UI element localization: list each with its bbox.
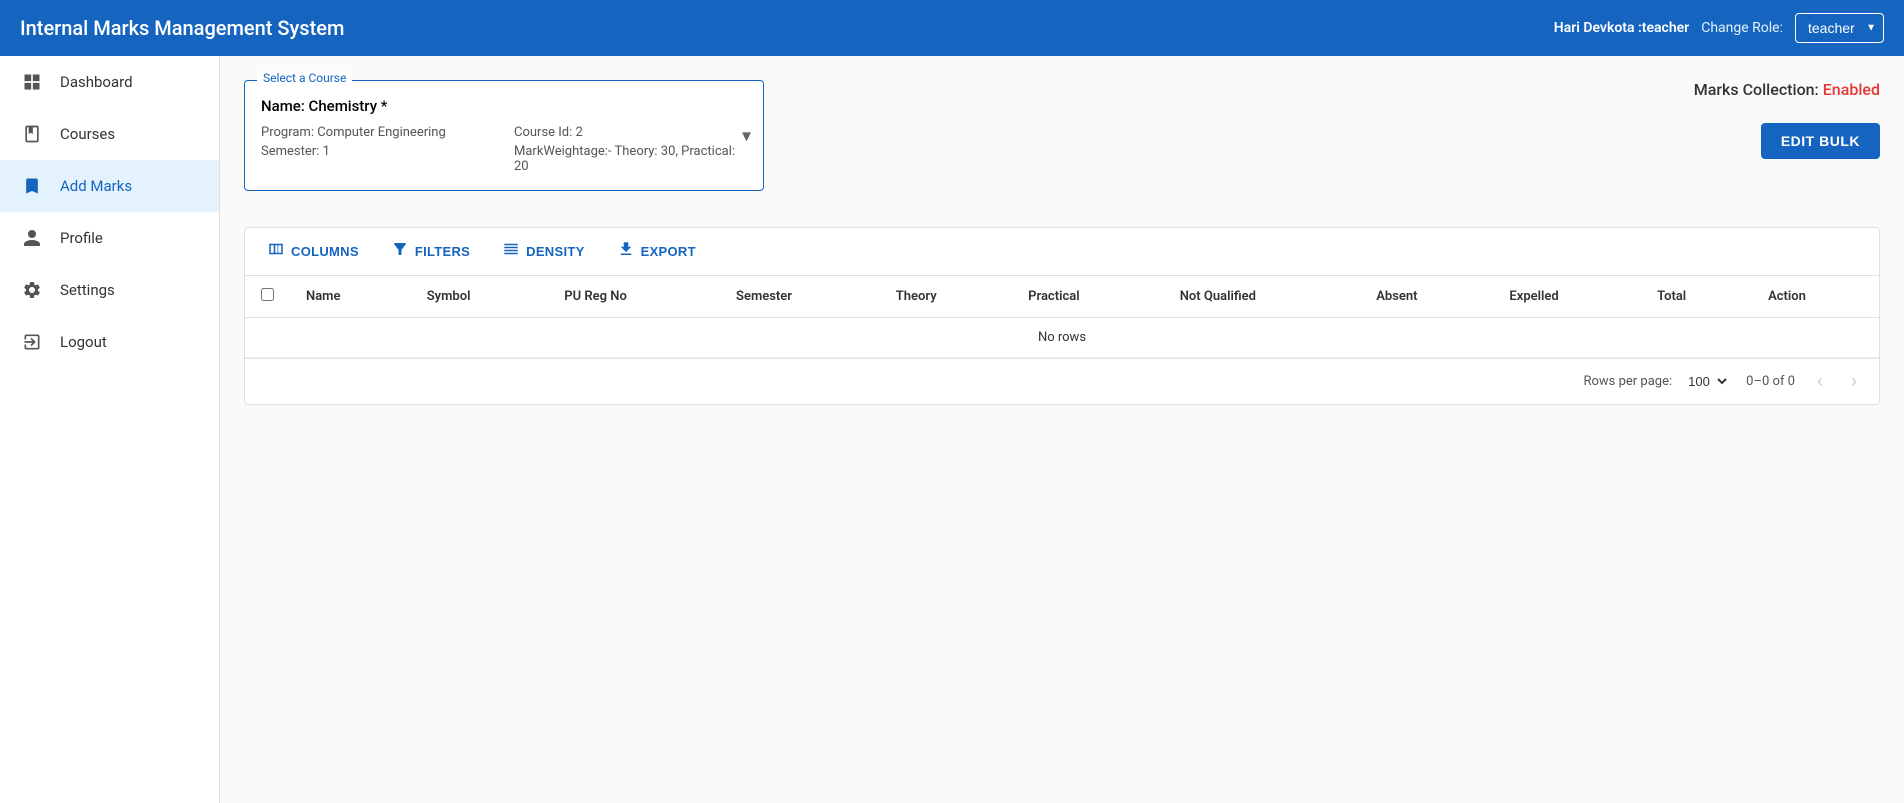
sidebar-item-courses[interactable]: Courses (0, 108, 219, 160)
change-role-label: Change Role: (1701, 20, 1783, 36)
sidebar-item-settings[interactable]: Settings (0, 264, 219, 316)
marks-collection-label: Marks Collection: (1694, 80, 1819, 99)
rows-per-page-select[interactable]: 10 25 50 100 (1680, 371, 1730, 392)
filters-button[interactable]: FILTERS (385, 236, 476, 267)
col-name: Name (290, 276, 411, 318)
col-semester: Semester (720, 276, 880, 318)
columns-icon (267, 240, 285, 263)
rows-per-page-label: Rows per page: (1583, 374, 1672, 389)
density-label: DENSITY (526, 244, 584, 259)
app-title: Internal Marks Management System (20, 16, 344, 40)
semester-label: Semester: (261, 144, 319, 159)
sidebar: Dashboard Courses Add Marks Profile Sett… (0, 56, 220, 803)
course-card-legend: Select a Course (257, 71, 352, 85)
col-pu-reg-no: PU Reg No (548, 276, 720, 318)
rows-per-page: Rows per page: 10 25 50 100 (1583, 371, 1730, 392)
header-username: Hari Devkota (1554, 20, 1635, 36)
course-semester: Semester: 1 (261, 144, 494, 174)
export-button[interactable]: EXPORT (611, 236, 702, 267)
course-id-label: Course Id: (514, 125, 572, 140)
columns-label: COLUMNS (291, 244, 359, 259)
course-select-card: Select a Course Name: Chemistry * Progra… (244, 80, 764, 191)
select-all-header (245, 276, 290, 318)
mark-weightage-label: MarkWeightage:- (514, 144, 612, 159)
role-select-wrapper: teacher admin (1795, 13, 1884, 43)
top-right-area: Marks Collection: Enabled EDIT BULK (1694, 80, 1880, 159)
grid-icon (20, 70, 44, 94)
export-label: EXPORT (641, 244, 696, 259)
sidebar-label-dashboard: Dashboard (60, 73, 133, 91)
col-total: Total (1641, 276, 1752, 318)
col-practical: Practical (1012, 276, 1164, 318)
col-absent: Absent (1360, 276, 1493, 318)
role-select[interactable]: teacher admin (1795, 13, 1884, 43)
exit-icon (20, 330, 44, 354)
data-grid: COLUMNS FILTERS DENSITY (244, 227, 1880, 405)
course-name-label: Name: (261, 97, 305, 115)
gear-icon (20, 278, 44, 302)
marks-collection-status: Enabled (1823, 80, 1880, 99)
course-mark-weightage: MarkWeightage:- Theory: 30, Practical: 2… (514, 144, 747, 174)
page-info: 0–0 of 0 (1746, 374, 1795, 389)
sidebar-label-courses: Courses (60, 125, 115, 143)
col-not-qualified: Not Qualified (1164, 276, 1361, 318)
export-icon (617, 240, 635, 263)
col-symbol: Symbol (411, 276, 549, 318)
sidebar-item-logout[interactable]: Logout (0, 316, 219, 368)
filters-label: FILTERS (415, 244, 470, 259)
bookmark-icon (20, 174, 44, 198)
columns-button[interactable]: COLUMNS (261, 236, 365, 267)
next-page-button[interactable]: › (1845, 369, 1863, 394)
pagination: Rows per page: 10 25 50 100 0–0 of 0 ‹ › (245, 358, 1879, 404)
sidebar-label-add-marks: Add Marks (60, 177, 132, 195)
no-rows-message: No rows (245, 318, 1879, 358)
header-right: Hari Devkota :teacher Change Role: teach… (1554, 13, 1884, 43)
course-details: Program: Computer Engineering Course Id:… (261, 125, 747, 174)
layout: Dashboard Courses Add Marks Profile Sett… (0, 56, 1904, 803)
prev-page-button[interactable]: ‹ (1811, 369, 1829, 394)
course-name-value: Chemistry * (309, 97, 388, 115)
edit-bulk-button[interactable]: EDIT BULK (1761, 123, 1880, 159)
density-button[interactable]: DENSITY (496, 236, 590, 267)
filters-icon (391, 240, 409, 263)
density-icon (502, 240, 520, 263)
semester-value: 1 (323, 144, 330, 159)
no-rows-row: No rows (245, 318, 1879, 358)
select-all-checkbox[interactable] (261, 288, 274, 301)
sidebar-label-logout: Logout (60, 333, 107, 351)
sidebar-label-settings: Settings (60, 281, 115, 299)
header-user: Hari Devkota :teacher (1554, 20, 1689, 36)
col-theory: Theory (880, 276, 1012, 318)
dropdown-arrow-icon[interactable]: ▾ (742, 125, 751, 146)
marks-collection: Marks Collection: Enabled (1694, 80, 1880, 99)
sidebar-label-profile: Profile (60, 229, 103, 247)
grid-toolbar: COLUMNS FILTERS DENSITY (245, 228, 1879, 276)
top-area: Select a Course Name: Chemistry * Progra… (244, 80, 1880, 211)
course-name: Name: Chemistry * (261, 97, 747, 115)
program-value: Computer Engineering (317, 125, 446, 140)
sidebar-item-add-marks[interactable]: Add Marks (0, 160, 219, 212)
main-content: Select a Course Name: Chemistry * Progra… (220, 56, 1904, 803)
header: Internal Marks Management System Hari De… (0, 0, 1904, 56)
header-user-role: :teacher (1638, 20, 1689, 36)
col-action: Action (1752, 276, 1879, 318)
sidebar-item-profile[interactable]: Profile (0, 212, 219, 264)
sidebar-item-dashboard[interactable]: Dashboard (0, 56, 219, 108)
book-icon (20, 122, 44, 146)
course-program: Program: Computer Engineering (261, 125, 494, 140)
program-label: Program: (261, 125, 314, 140)
person-icon (20, 226, 44, 250)
col-expelled: Expelled (1493, 276, 1641, 318)
marks-table: Name Symbol PU Reg No Semester Theory Pr… (245, 276, 1879, 358)
course-id-value: 2 (576, 125, 583, 140)
course-id: Course Id: 2 (514, 125, 747, 140)
